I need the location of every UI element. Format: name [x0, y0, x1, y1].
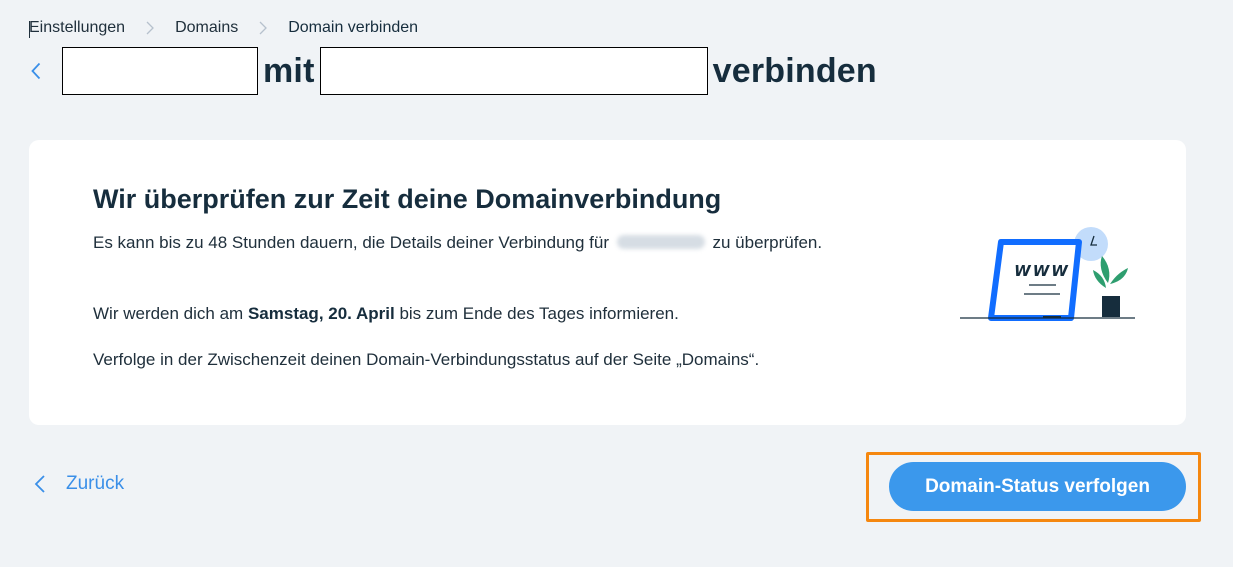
back-link-label: Zurück [66, 473, 125, 494]
notification-date: Samstag, 20. April [247, 304, 395, 323]
description-text-end: zu überprüfen. [712, 233, 823, 252]
title-word-connect: verbinden [712, 51, 877, 90]
description-text-start: Es kann bis zu 48 Stunden dauern, die De… [93, 233, 610, 252]
card-heading: Wir überprüfen zur Zeit deine Domainverb… [93, 184, 722, 214]
title-word-with: mit [263, 51, 315, 90]
status-hint: Verfolge in der Zwischenzeit deinen Doma… [93, 350, 760, 369]
status-card: Wir überprüfen zur Zeit deine Domainverb… [29, 140, 1186, 425]
notification-text-end: bis zum Ende des Tages informieren. [399, 304, 679, 323]
chevron-left-icon [34, 473, 52, 495]
breadcrumb-item-settings[interactable]: Einstellungen [29, 19, 125, 37]
track-domain-status-button[interactable]: Domain-Status verfolgen [889, 462, 1186, 511]
svg-text:WWW: WWW [1014, 262, 1070, 280]
notification-text: Wir werden dich am Samstag, 20. April bi… [93, 301, 679, 327]
redacted-domain-name [319, 47, 708, 95]
laptop-www-illustration: WWW [960, 227, 1135, 321]
redacted-site-name [62, 47, 258, 95]
blurred-domain [616, 235, 705, 249]
chevron-right-icon [258, 21, 268, 35]
back-chevron-icon[interactable] [24, 59, 48, 83]
back-link[interactable]: Zurück [34, 473, 124, 495]
notification-text-start: Wir werden dich am [93, 304, 244, 323]
chevron-right-icon [145, 21, 155, 35]
breadcrumb-item-domains[interactable]: Domains [175, 19, 238, 37]
breadcrumb-item-current: Domain verbinden [288, 19, 419, 36]
breadcrumb: Einstellungen Domains Domain verbinden [29, 19, 418, 37]
card-description: Es kann bis zu 48 Stunden dauern, die De… [93, 228, 853, 257]
page-title: mit verbinden [24, 46, 882, 96]
